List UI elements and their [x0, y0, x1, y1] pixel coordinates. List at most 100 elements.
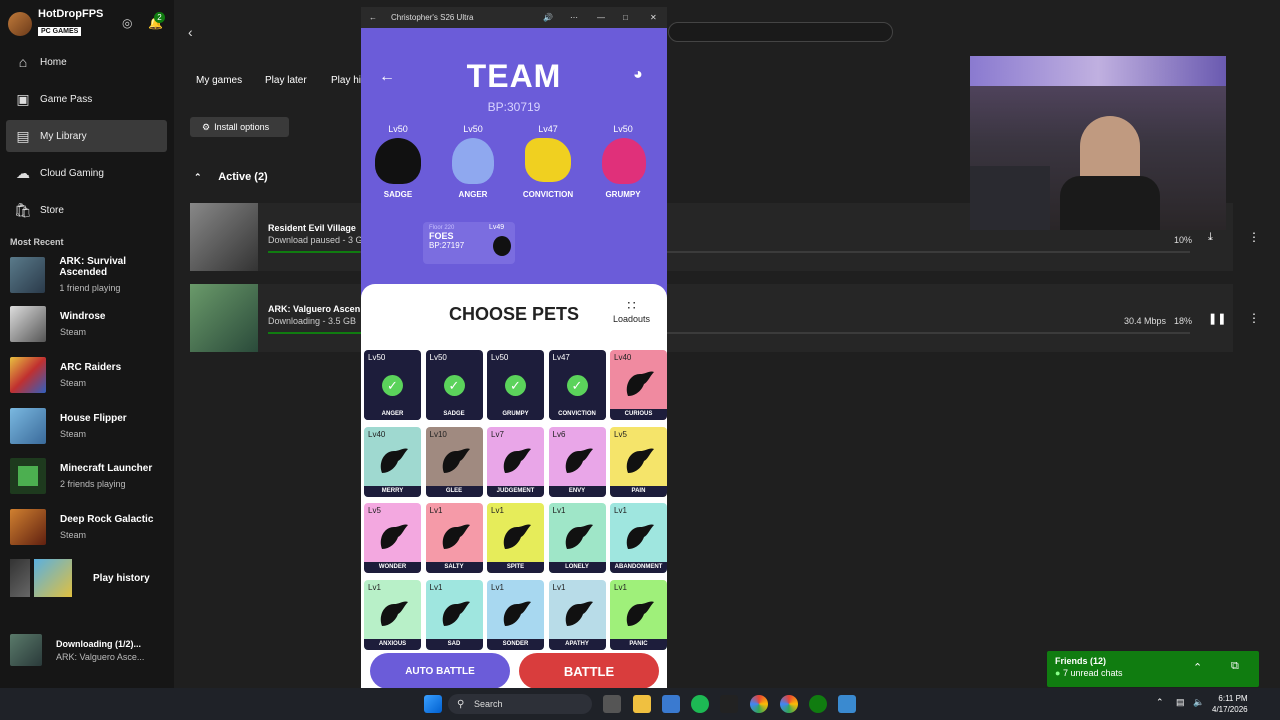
volume-tray-icon[interactable]: 🔈 — [1193, 697, 1204, 708]
pet-silhouette-icon — [626, 524, 654, 549]
pet-name: GRUMPY — [487, 409, 544, 420]
pet-card[interactable]: Lv7 JUDGEMENT — [487, 426, 544, 497]
home-icon: ⌂ — [18, 54, 28, 70]
team-pet[interactable]: Lv50 SADGE — [363, 124, 433, 199]
pet-card[interactable]: Lv47 ✓ CONVICTION — [548, 350, 606, 420]
game-status: Downloading - 3.5 GB — [268, 316, 357, 326]
profile[interactable]: HotDropFPS PC GAMES — [8, 8, 103, 38]
store-icon: 🛍 — [14, 201, 32, 218]
hudfx-icon[interactable] — [720, 695, 738, 713]
download-speed: 30.4 Mbps — [1124, 316, 1167, 326]
pet-card[interactable]: Lv50 ✓ SADGE — [425, 350, 483, 420]
pet-card[interactable]: Lv1 ANXIOUS — [364, 579, 421, 650]
pet-card[interactable]: Lv6 ENVY — [548, 426, 606, 497]
tab-my-games[interactable]: My games — [196, 75, 242, 86]
pet-name: CONVICTION — [522, 190, 574, 199]
recent-item-deep-rock[interactable]: Deep Rock Galactic Steam — [10, 509, 153, 545]
more-options-icon[interactable]: ⋮ — [1248, 230, 1260, 244]
pet-card[interactable]: Lv1 APATHY — [548, 579, 606, 650]
pause-icon[interactable]: ❚❚ — [1208, 312, 1226, 325]
chrome-profile-icon[interactable] — [780, 695, 798, 713]
game-title: ARK: Valguero Ascen — [268, 304, 361, 314]
foe-sprite — [493, 236, 511, 256]
pet-card[interactable]: Lv1 SONDER — [487, 579, 544, 650]
pet-card[interactable]: Lv1 ABANDONMENT — [610, 503, 667, 573]
check-icon: ✓ — [505, 375, 526, 396]
store-taskbar-icon[interactable] — [662, 695, 680, 713]
team-pet[interactable]: Lv50 GRUMPY — [588, 124, 658, 199]
team-pet[interactable]: Lv50 ANGER — [438, 124, 508, 199]
network-tray-icon[interactable]: ▤ — [1176, 697, 1185, 708]
recent-sub: 2 friends playing — [60, 479, 126, 489]
pet-card[interactable]: Lv40 CURIOUS — [610, 350, 667, 420]
friends-panel[interactable]: Friends (12) ● 7 unread chats ⌃ ⧉ — [1047, 651, 1259, 687]
windows-start-icon[interactable] — [424, 695, 442, 713]
pet-card[interactable]: Lv5 WONDER — [364, 503, 421, 573]
team-pet[interactable]: Lv47 CONVICTION — [513, 124, 583, 199]
recent-item-windrose[interactable]: Windrose Steam — [10, 306, 105, 342]
pet-card[interactable]: Lv1 SALTY — [425, 503, 483, 573]
downloading-sub: ARK: Valguero Asce... — [56, 651, 145, 662]
pet-card[interactable]: Lv10 GLEE — [425, 426, 483, 497]
close-icon[interactable]: ✕ — [650, 13, 657, 22]
spotify-icon[interactable] — [691, 695, 709, 713]
chevron-up-icon[interactable]: ⌃ — [1193, 661, 1202, 674]
grid-icon: ∷ — [627, 298, 636, 313]
network-icon[interactable]: ◎ — [122, 16, 132, 30]
active-heading[interactable]: ⌃ Active (2) — [194, 171, 268, 183]
pet-card[interactable]: Lv1 SPITE — [487, 503, 544, 573]
sidebar-item-cloud-gaming[interactable]: ☁ Cloud Gaming — [6, 157, 167, 189]
pet-name: SADGE — [425, 409, 483, 420]
back-icon[interactable]: ‹ — [188, 24, 193, 40]
sidebar-item-home[interactable]: ⌂ Home — [6, 46, 167, 78]
back-icon[interactable]: ← — [369, 13, 377, 22]
pet-card[interactable]: Lv5 PAIN — [610, 426, 667, 497]
file-explorer-icon[interactable] — [633, 695, 651, 713]
pet-card[interactable]: Lv50 ✓ GRUMPY — [487, 350, 544, 420]
pet-card[interactable]: Lv40 MERRY — [364, 426, 421, 497]
pet-level: Lv5 — [368, 506, 381, 515]
foes-panel[interactable]: Floor 220 FOES BP:27197 Lv49 — [423, 222, 515, 264]
loadouts-button[interactable]: ∷ Loadouts — [613, 298, 650, 324]
clock[interactable]: 6:11 PM 4/17/2026 — [1212, 693, 1248, 715]
pet-card[interactable]: Lv1 PANIC — [610, 579, 667, 650]
more-icon[interactable]: ⋯ — [570, 13, 578, 22]
pet-card[interactable]: Lv1 SAD — [425, 579, 483, 650]
download-status[interactable]: Downloading (1/2)... ARK: Valguero Asce.… — [10, 634, 144, 666]
pet-level: Lv1 — [491, 506, 504, 515]
play-history[interactable]: Play history — [10, 559, 150, 597]
recent-item-house-flipper[interactable]: House Flipper Steam — [10, 408, 127, 444]
recent-title: ARK: Survival Ascended — [59, 256, 126, 278]
chrome-icon[interactable] — [750, 695, 768, 713]
recent-item-arc-raiders[interactable]: ARC Raiders Steam — [10, 357, 121, 393]
auto-battle-button[interactable]: AUTO BATTLE — [370, 653, 510, 689]
minimize-icon[interactable]: — — [597, 13, 605, 22]
maximize-icon[interactable]: □ — [623, 13, 628, 22]
popout-icon[interactable]: ⧉ — [1231, 660, 1239, 673]
recent-item-ark-survival[interactable]: ARK: Survival Ascended 1 friend playing — [10, 256, 174, 293]
pet-silhouette-icon — [626, 600, 654, 626]
phone-link-icon[interactable] — [838, 695, 856, 713]
recent-title: Minecraft Launcher — [60, 463, 153, 474]
download-icon[interactable]: ⤓ — [1208, 231, 1213, 244]
xbox-icon[interactable] — [809, 695, 827, 713]
pet-card[interactable]: Lv1 LONELY — [548, 503, 606, 573]
search-input[interactable] — [668, 22, 893, 42]
volume-icon[interactable]: 🔊 — [543, 13, 553, 22]
sidebar-item-store[interactable]: 🛍 Store — [6, 194, 167, 226]
more-options-icon[interactable]: ⋮ — [1248, 311, 1260, 325]
recent-item-minecraft[interactable]: Minecraft Launcher 2 friends playing — [10, 458, 152, 494]
install-options-button[interactable]: ⚙ Install options — [190, 117, 289, 137]
tab-play-later[interactable]: Play later — [265, 75, 307, 86]
tray-chevron-icon[interactable]: ⌃ — [1156, 697, 1164, 708]
pet-name: PANIC — [610, 638, 667, 650]
pet-card[interactable]: Lv50 ✓ ANGER — [364, 350, 421, 420]
sidebar-item-my-library[interactable]: ▤ My Library — [6, 120, 167, 152]
taskbar-search[interactable]: ⚲ Search — [448, 694, 592, 714]
download-row[interactable]: ARK: Valguero Ascen Downloading - 3.5 GB… — [190, 284, 1233, 352]
battle-button[interactable]: BATTLE — [519, 653, 659, 689]
task-view-icon[interactable] — [603, 695, 621, 713]
avatar[interactable] — [8, 12, 32, 36]
sidebar-item-game-pass[interactable]: ▣ Game Pass — [6, 83, 167, 115]
pet-name: SADGE — [383, 190, 413, 199]
